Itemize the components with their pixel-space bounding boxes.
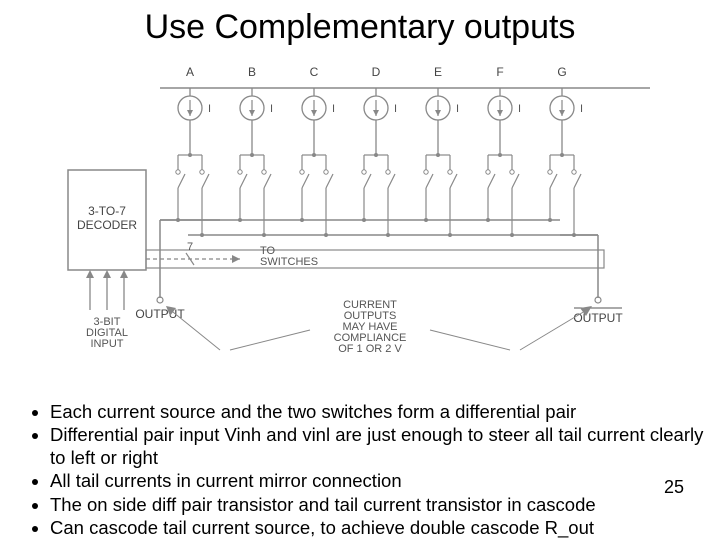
source-label: A xyxy=(186,65,194,79)
current-i-label: I xyxy=(518,103,521,115)
three-bit-input-label: 3-BITDIGITALINPUT xyxy=(86,316,128,350)
bullet-item: The on side diff pair transistor and tai… xyxy=(50,493,708,516)
current-i-label: I xyxy=(208,103,211,115)
page-number: 25 xyxy=(664,477,684,498)
source-label: E xyxy=(434,65,442,79)
bullet-item: Differential pair input Vinh and vinl ar… xyxy=(50,423,708,469)
source-label: D xyxy=(372,65,381,79)
three-bit-input-arrows xyxy=(86,270,128,310)
source-label: F xyxy=(496,65,503,79)
current-source-c: CI xyxy=(300,65,335,237)
current-source-g: GI xyxy=(548,65,583,237)
source-label: B xyxy=(248,65,256,79)
bullet-list: Each current source and the two switches… xyxy=(28,400,708,539)
current-i-label: I xyxy=(332,103,335,115)
bullet-item: Can cascode tail current source, to achi… xyxy=(50,516,708,539)
current-i-label: I xyxy=(270,103,273,115)
circuit-diagram: AIBICIDIEIFIGI OUTPUT OUTPUT 3-TO-7DECOD… xyxy=(60,60,660,390)
current-source-b: BI xyxy=(238,65,273,237)
bullet-item: Each current source and the two switches… xyxy=(50,400,708,423)
decoder-block-label: 3-TO-7DECODER xyxy=(77,204,137,232)
page-title: Use Complementary outputs xyxy=(0,8,720,47)
bullet-item: All tail currents in current mirror conn… xyxy=(50,469,708,492)
diagram-svg: AIBICIDIEIFIGI OUTPUT OUTPUT 3-TO-7DECOD… xyxy=(60,60,660,390)
current-i-label: I xyxy=(394,103,397,115)
current-source-e: EI xyxy=(424,65,459,237)
current-source-d: DI xyxy=(362,65,397,237)
current-i-label: I xyxy=(580,103,583,115)
output-left-label: OUTPUT xyxy=(135,307,185,321)
current-i-label: I xyxy=(456,103,459,115)
compliance-label: CURRENTOUTPUTSMAY HAVECOMPLIANCEOF 1 OR … xyxy=(334,299,407,355)
to-switches-label: TOSWITCHES xyxy=(260,245,318,268)
source-label: G xyxy=(557,65,566,79)
current-source-a: AI xyxy=(176,65,211,237)
source-label: C xyxy=(310,65,319,79)
slash-seven: 7 xyxy=(187,241,193,253)
current-source-f: FI xyxy=(486,65,521,237)
